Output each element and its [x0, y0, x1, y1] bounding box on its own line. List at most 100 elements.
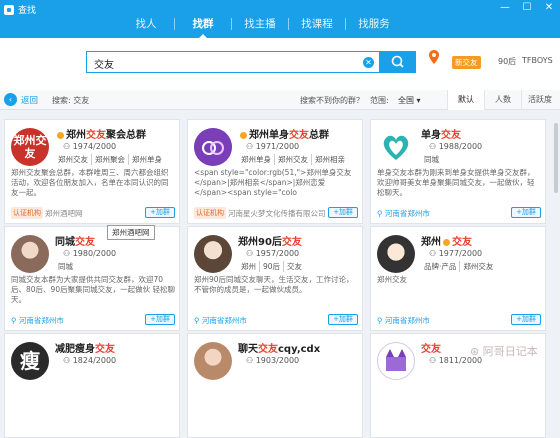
range-value: 全国: [398, 96, 414, 105]
minimize-icon[interactable]: —: [498, 2, 512, 13]
location-pin-icon: ⚲: [377, 316, 383, 325]
group-card[interactable]: 瘦 减肥瘦身交友 ⚇ 1824/2000: [4, 333, 180, 438]
main-nav: 找人 找群 找主播 找课程 找服务: [118, 14, 402, 39]
group-name: 郑州单身交友总群: [238, 126, 329, 141]
group-name: 同城交友: [55, 237, 95, 248]
clear-icon[interactable]: ✕: [363, 57, 374, 68]
range-label: 范围:: [370, 96, 389, 105]
group-name: 减肥瘦身交友: [55, 344, 115, 355]
window-controls: — ☐ ✕: [498, 2, 556, 13]
maximize-icon[interactable]: ☐: [520, 2, 534, 13]
group-location: ⚲ 河南省郑州市: [377, 209, 430, 218]
sort-tab-activity[interactable]: 活跃度: [521, 90, 558, 110]
sort-tabs: 默认 人数 活跃度: [447, 90, 558, 110]
group-location: ⚲ 河南省郑州市: [377, 316, 430, 325]
tab-find-streamers[interactable]: 找主播: [232, 14, 288, 38]
group-avatar: [194, 128, 232, 166]
group-card[interactable]: 聊天交友cqy,cdx ⚇ 1903/2000: [187, 333, 363, 438]
cert-badge: 认证机构: [11, 207, 43, 219]
card-footer: ⚲ 河南省郑州市 +加群: [194, 314, 358, 326]
join-group-button[interactable]: +加群: [328, 207, 358, 218]
member-count: ⚇ 1977/2000: [429, 249, 483, 258]
join-group-button[interactable]: +加群: [145, 314, 175, 325]
couple-logo-icon: [194, 128, 232, 166]
group-description: 同城交友本群为大家提供共同交友群，欢迎70后、80后、90后聚集同城交友，一起做…: [11, 275, 175, 304]
verified-icon: [240, 131, 247, 139]
org-name: 河南星火梦文化传播有限公司: [228, 209, 326, 218]
range-select[interactable]: 全国 ▾: [398, 95, 421, 106]
group-avatar: [377, 128, 415, 166]
find-app-icon: [4, 4, 14, 15]
group-card[interactable]: 郑州单身交友总群 ⚇ 1971/2000 郑州单身 郑州交友 郑州相亲 <span …: [187, 119, 363, 224]
app-title: 查找: [4, 3, 36, 16]
verified-icon: [57, 131, 64, 139]
group-description: 郑州90后同城交友聊天，生活交友，工作讨论，不管你的成员是，一起做伙成员。: [194, 275, 354, 294]
group-tags: 品牌·产品 郑州交友: [421, 261, 496, 272]
sort-tab-members[interactable]: 人数: [484, 90, 521, 110]
hot-link-90s[interactable]: 90后: [498, 56, 516, 67]
group-tags: 郑州单身 郑州交友 郑州相亲: [238, 154, 348, 165]
location-pin-icon[interactable]: [429, 50, 439, 64]
group-card[interactable]: 同城交友 ⚇ 1980/2000 同城 同城交友本群为大家提供共同交友群，欢迎7…: [4, 226, 180, 331]
join-group-button[interactable]: +加群: [145, 207, 175, 218]
org-name: 郑州酒吧网: [45, 209, 83, 218]
join-group-button[interactable]: +加群: [511, 314, 541, 325]
group-description: 郑州交友: [377, 275, 407, 284]
castle-logo-icon: [386, 349, 406, 371]
group-avatar: 瘦: [11, 342, 49, 380]
group-tags: 郑州 90后 交友: [238, 261, 305, 272]
back-button[interactable]: ‹ 返回: [4, 93, 38, 106]
search-query: 交友: [94, 60, 114, 71]
group-card[interactable]: 单身交友 ⚇ 1988/2000 同城 单身交友本群为刚来到单身女提供单身交友群…: [370, 119, 546, 224]
group-name: 交友: [421, 344, 441, 355]
group-location: ⚲ 河南省郑州市: [194, 316, 247, 325]
watermark: ⊛ 阿哥日记本: [470, 345, 538, 358]
group-avatar: [377, 235, 415, 273]
group-card[interactable]: 郑州 交友 ⚇ 1977/2000 品牌·产品 郑州交友 郑州交友 ⚲ 河南省郑州市…: [370, 226, 546, 331]
group-card[interactable]: 郑州90后交友 ⚇ 1957/2000 郑州 90后 交友 郑州90后同城交友聊天，…: [187, 226, 363, 331]
back-arrow-icon: ‹: [4, 93, 17, 106]
location-pin-icon: ⚲: [11, 316, 17, 325]
results-scrollbar[interactable]: [552, 111, 560, 371]
search-input[interactable]: 交友 ✕: [86, 51, 380, 73]
member-count: ⚇ 1974/2000: [63, 142, 117, 151]
scroll-thumb[interactable]: [554, 123, 558, 193]
card-footer: ⚲ 河南省郑州市 +加群: [377, 314, 541, 326]
tab-find-services[interactable]: 找服务: [346, 14, 402, 38]
card-footer: 认证机构 郑州酒吧网 +加群: [11, 207, 175, 219]
group-description: 单身交友本群为刚来到单身女提供单身交友群，欢迎帅哥美女单身聚集同城交友，一起做伙…: [377, 168, 535, 197]
card-footer: 认证机构 河南星火梦文化传播有限公司 +加群: [194, 207, 358, 219]
card-footer: ⚲ 河南省郑州市 +加群: [377, 207, 541, 219]
cant-find-link[interactable]: 搜索不到你的群？: [300, 95, 364, 106]
group-name: 郑州90后交友: [238, 237, 302, 248]
member-count: ⚇ 1980/2000: [63, 249, 117, 258]
group-avatar: [11, 235, 49, 273]
close-icon[interactable]: ✕: [542, 2, 556, 13]
heart-logo-icon: [383, 135, 409, 160]
search-button[interactable]: [380, 51, 416, 73]
join-group-button[interactable]: +加群: [511, 207, 541, 218]
search-area: 交友 ✕ 新交友 90后 TFBOYS: [0, 38, 560, 90]
member-count: ⚇ 1988/2000: [429, 142, 483, 151]
group-card[interactable]: 郑州交友 郑州交友聚会总群 ⚇ 1974/2000 郑州交友 郑州聚会 郑州单身 郑…: [4, 119, 180, 224]
group-location: ⚲ 河南省郑州市: [11, 316, 64, 325]
join-group-button[interactable]: +加群: [328, 314, 358, 325]
tab-find-groups[interactable]: 找群: [175, 14, 231, 39]
card-footer: ⚲ 河南省郑州市 +加群: [11, 314, 175, 326]
tab-find-people[interactable]: 找人: [118, 14, 174, 38]
group-description: <span style="color:rgb(51,">郑州单身交友</span…: [194, 168, 352, 197]
hot-icon: [443, 238, 450, 246]
location-pin-icon: ⚲: [194, 316, 200, 325]
hot-badge[interactable]: 新交友: [452, 56, 481, 69]
group-tags: 同城: [58, 262, 73, 271]
member-count: ⚇ 1824/2000: [63, 356, 117, 365]
tab-find-courses[interactable]: 找课程: [289, 14, 345, 38]
group-tags: 郑州交友 郑州聚会 郑州单身: [55, 154, 165, 165]
title-bar: 查找 — ☐ ✕ 找人 找群 找主播 找课程 找服务: [0, 0, 560, 39]
group-name: 聊天交友cqy,cdx: [238, 344, 321, 355]
group-tags: 同城: [424, 155, 439, 164]
hot-link-tfboys[interactable]: TFBOYS: [522, 56, 553, 65]
sort-tab-default[interactable]: 默认: [447, 90, 484, 110]
search-summary: 搜索: 交友: [52, 96, 90, 105]
group-name: 单身交友: [421, 130, 461, 141]
